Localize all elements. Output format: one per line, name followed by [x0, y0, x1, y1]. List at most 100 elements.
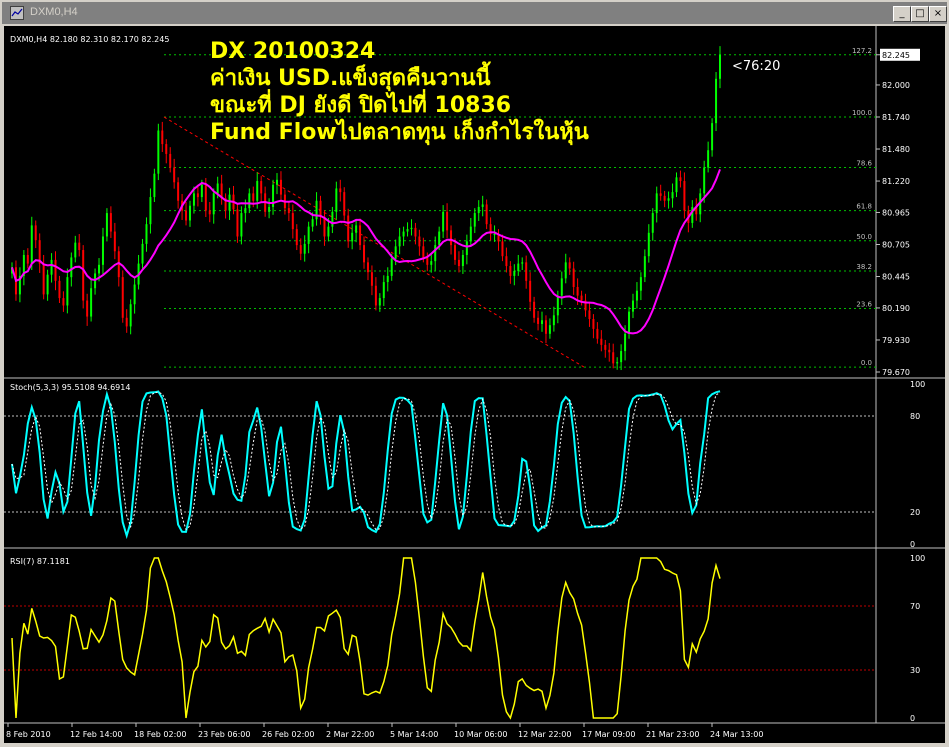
candle-body [505, 256, 508, 267]
candle-body [390, 258, 393, 276]
stoch-signal-line [11, 391, 721, 531]
candle-body [683, 181, 686, 211]
candle-body [125, 317, 128, 327]
candle-body [568, 262, 571, 269]
candle-body [580, 295, 583, 301]
minimize-button[interactable]: _ [893, 6, 911, 22]
time-axis: 8 Feb 2010 12 Feb 14:00 18 Feb 02:00 23 Feb… [6, 723, 763, 739]
candle-body [446, 211, 449, 231]
candle-body [260, 181, 263, 194]
price-label: 81.740 [882, 113, 910, 122]
candle-body [34, 225, 37, 241]
candle-body [188, 205, 191, 221]
candle-body [279, 179, 282, 195]
chart-area[interactable]: DXM0,H4 82.180 82.310 82.170 82.245 Stoc… [4, 26, 945, 743]
candle-body [612, 352, 615, 364]
price-label: 80.965 [882, 208, 910, 217]
time-label: 12 Feb 14:00 [70, 730, 122, 739]
candle-body [410, 227, 413, 230]
candle-body [521, 262, 524, 264]
candle-body [240, 213, 243, 237]
fib-level-label: 61.8 [856, 203, 872, 211]
fib-level-label: 50.0 [856, 233, 872, 241]
candle-body [192, 193, 195, 206]
maximize-button[interactable]: □ [911, 6, 929, 22]
candle-body [291, 213, 294, 230]
candle-body [537, 317, 540, 324]
stoch-panel-label: Stoch(5,3,3) 95.5108 94.6914 [10, 383, 130, 392]
candle-body [382, 282, 385, 299]
candle-body [331, 211, 334, 227]
candle-body [533, 301, 536, 318]
candle-body [26, 254, 29, 264]
candle-body [129, 304, 132, 327]
candle-body [628, 311, 631, 334]
current-price-label: 82.245 [882, 51, 910, 60]
candle-body [711, 123, 714, 151]
candle-body [624, 333, 627, 352]
overlay-line-4: Fund Flowไปตลาดทุน เก็งกำไรในหุ้น [210, 120, 589, 145]
time-label: 24 Mar 13:00 [710, 730, 763, 739]
candle-body [715, 78, 718, 124]
candle-body [422, 246, 425, 258]
rsi-panel: 100 70 30 0 [4, 554, 925, 723]
candle-body [74, 242, 77, 258]
chart-header-label: DXM0,H4 82.180 82.310 82.170 82.245 [10, 35, 169, 44]
stoch-tick-label: 80 [910, 412, 920, 421]
time-label: 2 Mar 22:00 [326, 730, 374, 739]
candle-body [442, 211, 445, 232]
candle-body [651, 213, 654, 233]
close-button[interactable]: × [929, 6, 947, 22]
rsi-panel-label: RSI(7) 87.1181 [10, 557, 70, 566]
candle-body [552, 315, 555, 326]
candle-body [576, 286, 579, 296]
candle-body [133, 284, 136, 305]
candle-body [327, 226, 330, 237]
candle-body [248, 193, 251, 209]
candle-body [418, 236, 421, 247]
candle-body [394, 246, 397, 259]
fib-level-label: 23.6 [856, 301, 872, 309]
candle-body [406, 229, 409, 232]
candle-body [66, 277, 69, 306]
stoch-main-line [11, 390, 721, 540]
candle-body [663, 195, 666, 201]
candle-body [374, 285, 377, 306]
candle-body [343, 192, 346, 216]
candle-body [105, 213, 108, 237]
price-label: 80.445 [882, 273, 910, 282]
chart-window: DXM0,H4 _ □ × DXM0,H4 82.180 82.310 82.1… [0, 0, 949, 747]
price-label: 80.190 [882, 304, 910, 313]
candle-body [177, 182, 180, 201]
candle-body [620, 351, 623, 363]
title-bar[interactable]: DXM0,H4 _ □ × [2, 2, 947, 24]
candle-body [639, 277, 642, 291]
chart-window-icon [10, 6, 24, 20]
time-label: 23 Feb 06:00 [198, 730, 250, 739]
candle-body [42, 263, 45, 295]
price-label: 81.220 [882, 177, 910, 186]
candle-body [165, 144, 168, 154]
candle-body [469, 226, 472, 242]
rsi-tick-label: 100 [910, 554, 925, 563]
candle-body [659, 193, 662, 196]
candle-body [513, 270, 516, 276]
window-title: DXM0,H4 [30, 6, 78, 18]
candle-body [465, 241, 468, 255]
candle-body [541, 320, 544, 324]
candle-body [450, 230, 453, 246]
fib-level-label: 0.0 [861, 359, 872, 367]
time-label: 10 Mar 06:00 [454, 730, 507, 739]
candle-body [98, 264, 101, 274]
candle-body [204, 184, 207, 211]
candle-body [90, 288, 93, 317]
candle-body [671, 192, 674, 199]
candle-body [635, 290, 638, 301]
candle-body [473, 213, 476, 227]
candle-body [196, 193, 199, 198]
candle-body [707, 150, 710, 168]
time-label: 18 Feb 02:00 [134, 730, 186, 739]
candle-body [173, 167, 176, 183]
candle-body [655, 193, 658, 214]
candle-body [643, 256, 646, 278]
